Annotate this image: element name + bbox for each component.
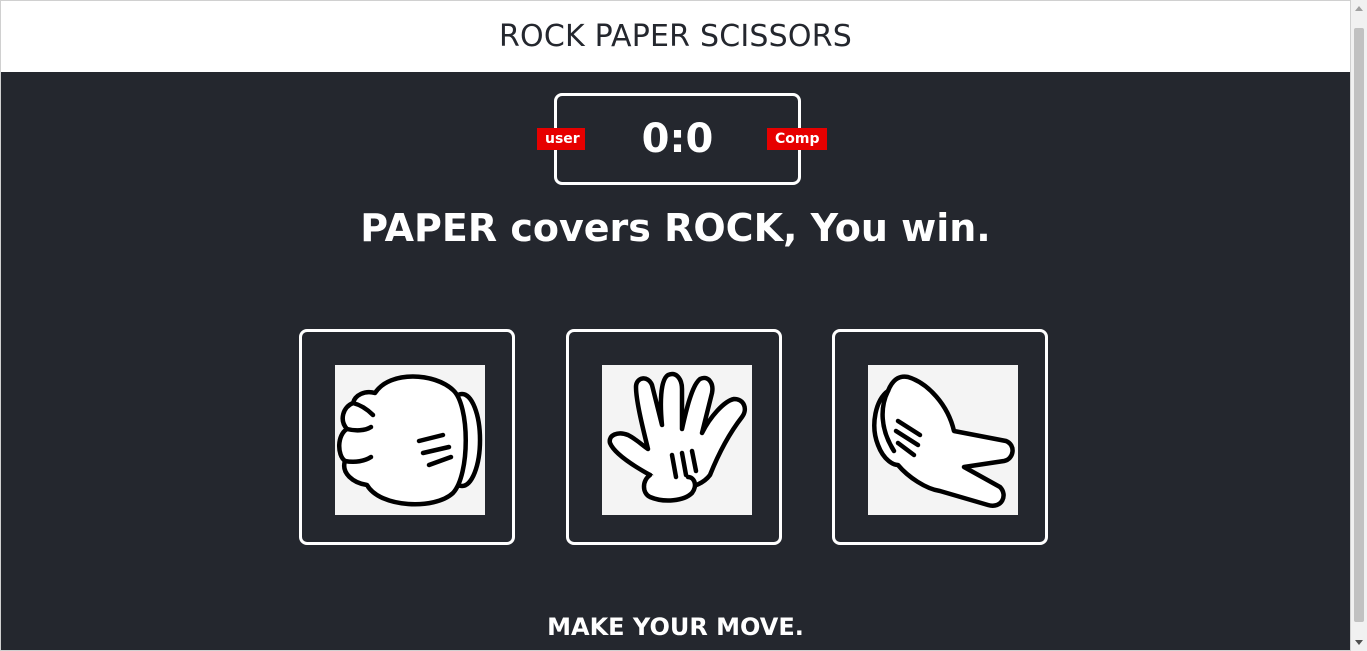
rock-choice-button[interactable]: [299, 329, 515, 545]
game-area: user 0:0 Comp PAPER covers ROCK, You win…: [1, 72, 1350, 650]
score-text: 0:0: [641, 116, 714, 162]
paper-choice-button[interactable]: [566, 329, 782, 545]
result-message: PAPER covers ROCK, You win.: [360, 206, 991, 250]
app-window: ROCK PAPER SCISSORS user 0:0 Comp PAPER …: [0, 0, 1351, 651]
scroll-down-icon[interactable]: [1355, 640, 1363, 645]
scissors-choice-button[interactable]: [832, 329, 1048, 545]
header: ROCK PAPER SCISSORS: [1, 1, 1350, 72]
action-message: MAKE YOUR MOVE.: [547, 613, 804, 641]
scroll-thumb[interactable]: [1354, 28, 1364, 622]
page-title: ROCK PAPER SCISSORS: [499, 19, 852, 54]
comp-badge: Comp: [767, 128, 827, 150]
scoreboard: user 0:0 Comp: [537, 93, 827, 185]
scroll-up-icon[interactable]: [1355, 6, 1363, 11]
paper-hand-icon: [602, 365, 752, 515]
scissors-hand-icon: [868, 365, 1018, 515]
rock-hand-icon: [335, 365, 485, 515]
vertical-scrollbar[interactable]: [1351, 0, 1367, 651]
user-badge: user: [537, 128, 585, 150]
